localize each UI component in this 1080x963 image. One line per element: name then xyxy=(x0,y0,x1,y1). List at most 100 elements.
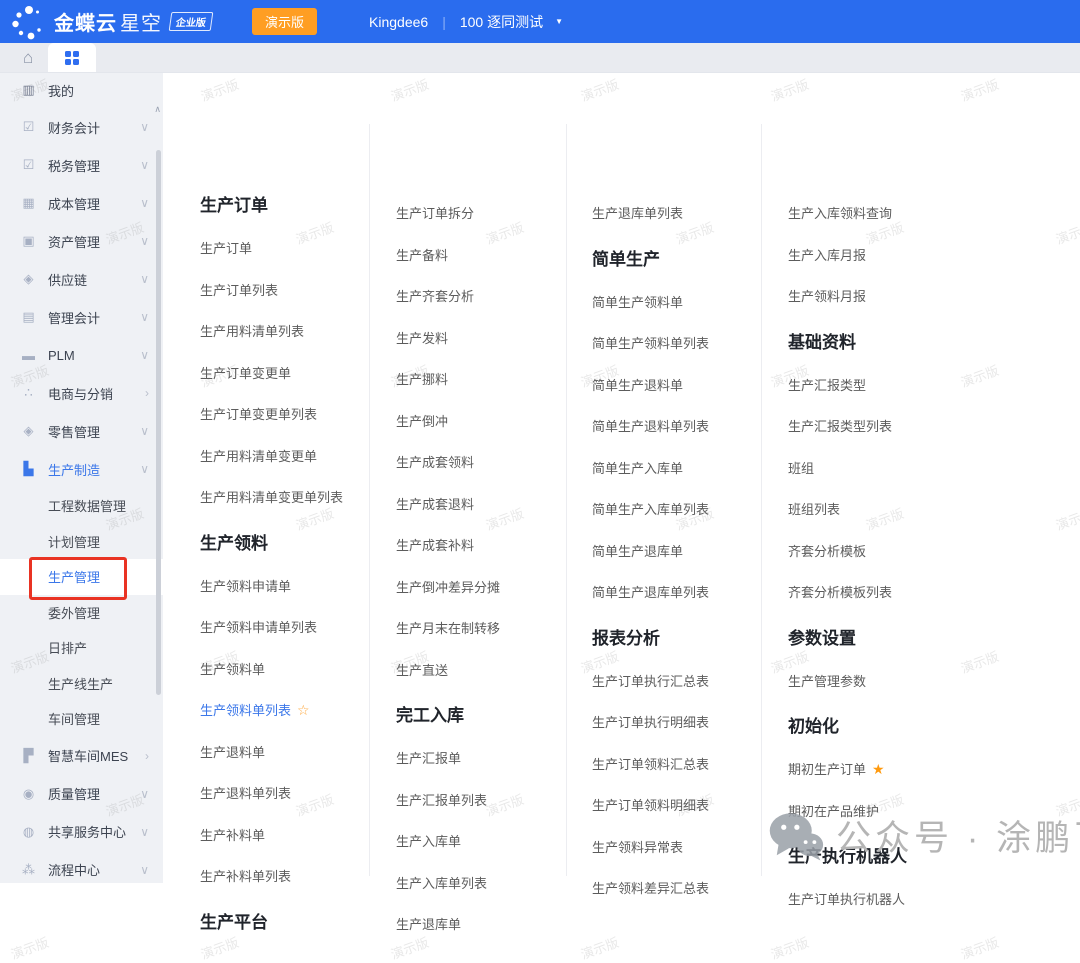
menu-link[interactable]: 生产入库单列表 xyxy=(396,862,581,904)
sidebar-item-shared-service-center[interactable]: ◍共享服务中心∨ xyxy=(0,813,163,851)
menu-link[interactable]: 生产汇报类型列表 xyxy=(788,405,973,447)
production-manufacturing-icon: ▙ xyxy=(21,461,36,477)
menu-link[interactable]: 简单生产退料单 xyxy=(592,364,777,406)
menu-link[interactable]: 简单生产入库单列表 xyxy=(592,488,777,530)
sidebar-item-workshop-management[interactable]: 车间管理 xyxy=(0,701,163,737)
sidebar-item-supply-chain[interactable]: ◈供应链∨ xyxy=(0,260,163,298)
menu-link[interactable]: 生产订单列表 xyxy=(200,269,385,311)
watermark-text: 演示版 xyxy=(768,932,811,963)
menu-link[interactable]: 生产挪料 xyxy=(396,358,581,400)
sidebar-item-production-manufacturing[interactable]: ▙生产制造∨ xyxy=(0,450,163,488)
menu-link[interactable]: 生产入库领料查询 xyxy=(788,192,973,234)
menu-link[interactable]: 简单生产退库单 xyxy=(592,530,777,572)
menu-link[interactable]: 生产倒冲 xyxy=(396,400,581,442)
menu-link[interactable]: 班组 xyxy=(788,447,973,489)
menu-link[interactable]: 生产发料 xyxy=(396,317,581,359)
menu-link[interactable]: 生产订单拆分 xyxy=(396,192,581,234)
menu-link[interactable]: 生产备料 xyxy=(396,234,581,276)
datacenter-name[interactable]: 100 逐同测试 xyxy=(460,12,543,32)
menu-link[interactable]: 生产退料单列表 xyxy=(200,772,385,814)
menu-link[interactable]: 生产领料单 xyxy=(200,648,385,690)
menu-link[interactable]: 生产订单变更单列表 xyxy=(200,393,385,435)
sidebar-item-smart-workshop-mes[interactable]: ▛智慧车间MES› xyxy=(0,737,163,775)
menu-link[interactable]: 生产用料清单列表 xyxy=(200,310,385,352)
sidebar-item-retail-management[interactable]: ◈零售管理∨ xyxy=(0,412,163,450)
tab-app-menu[interactable] xyxy=(48,43,96,72)
sidebar-item-asset-management[interactable]: ▣资产管理∨ xyxy=(0,222,163,260)
favorite-star-outline-icon[interactable]: ☆ xyxy=(297,703,310,717)
menu-link[interactable]: 生产退料单 xyxy=(200,731,385,773)
sidebar-item-engineering-data[interactable]: 工程数据管理 xyxy=(0,488,163,524)
menu-link[interactable]: 生产齐套分析 xyxy=(396,275,581,317)
menu-link[interactable]: 生产退库单 xyxy=(396,903,581,945)
link-label: 生产领料申请单列表 xyxy=(200,617,317,636)
menu-link[interactable]: 简单生产领料单 xyxy=(592,281,777,323)
link-label: 生产入库单列表 xyxy=(396,873,487,892)
menu-link[interactable]: 生产领料申请单 xyxy=(200,565,385,607)
menu-link[interactable]: 生产退库单列表 xyxy=(592,192,777,234)
account-name[interactable]: Kingdee6 xyxy=(369,14,428,30)
menu-link[interactable]: 期初在产品维护 xyxy=(788,790,973,832)
home-icon[interactable]: ⌂ xyxy=(23,49,33,66)
menu-link[interactable]: 简单生产领料单列表 xyxy=(592,322,777,364)
menu-link[interactable]: 生产用料清单变更单 xyxy=(200,435,385,477)
chevron-down-icon[interactable]: ▼ xyxy=(555,17,563,26)
sidebar-item-production-line[interactable]: 生产线生产 xyxy=(0,666,163,702)
scrollbar-up-icon[interactable]: ∧ xyxy=(154,104,161,115)
chevron-down-icon: ∨ xyxy=(140,462,149,476)
sidebar-item-outsourcing-management[interactable]: 委外管理 xyxy=(0,595,163,631)
menu-link[interactable]: 生产订单执行明细表 xyxy=(592,701,777,743)
sidebar-item-daily-scheduling[interactable]: 日排产 xyxy=(0,630,163,666)
menu-link[interactable]: 齐套分析模板 xyxy=(788,530,973,572)
link-label: 生产管理参数 xyxy=(788,671,866,690)
sidebar-item-production-management[interactable]: 生产管理 xyxy=(0,559,163,595)
menu-link[interactable]: 生产补料单 xyxy=(200,814,385,856)
sidebar-item-plm[interactable]: ▬PLM∨ xyxy=(0,336,163,374)
menu-link[interactable]: 生产管理参数 xyxy=(788,660,973,702)
menu-link[interactable]: 简单生产入库单 xyxy=(592,447,777,489)
menu-link[interactable]: 简单生产退料单列表 xyxy=(592,405,777,447)
menu-link[interactable]: 生产入库月报 xyxy=(788,234,973,276)
brand: 金蝶云 星空 xyxy=(54,7,162,36)
sidebar-item-quality-management[interactable]: ◉质量管理∨ xyxy=(0,775,163,813)
favorite-star-filled-icon[interactable]: ★ xyxy=(872,762,885,776)
sidebar-item-planning-management[interactable]: 计划管理 xyxy=(0,524,163,560)
menu-link[interactable]: 生产订单变更单 xyxy=(200,352,385,394)
menu-link[interactable]: 生产倒冲差异分摊 xyxy=(396,566,581,608)
sidebar-item-tax-management[interactable]: ☑税务管理∨ xyxy=(0,146,163,184)
menu-link[interactable]: 生产订单执行机器人 xyxy=(788,878,973,920)
menu-link[interactable]: 生产成套退料 xyxy=(396,483,581,525)
menu-link[interactable]: 生产补料单列表 xyxy=(200,855,385,897)
sidebar-item-cost-management[interactable]: ▦成本管理∨ xyxy=(0,184,163,222)
menu-link[interactable]: 生产用料清单变更单列表 xyxy=(200,476,385,518)
sidebar-item-my[interactable]: ▥我的 xyxy=(0,72,163,108)
menu-link[interactable]: 生产订单执行汇总表 xyxy=(592,660,777,702)
menu-link[interactable]: 班组列表 xyxy=(788,488,973,530)
menu-link[interactable]: 生产汇报单列表 xyxy=(396,779,581,821)
menu-link[interactable]: 齐套分析模板列表 xyxy=(788,571,973,613)
sidebar-item-management-accounting[interactable]: ▤管理会计∨ xyxy=(0,298,163,336)
menu-link[interactable]: 生产订单领料明细表 xyxy=(592,784,777,826)
menu-link[interactable]: 生产领料申请单列表 xyxy=(200,606,385,648)
menu-link[interactable]: 生产订单 xyxy=(200,227,385,269)
menu-link[interactable]: 生产领料异常表 xyxy=(592,826,777,868)
section-title: 生产执行机器人 xyxy=(788,842,907,867)
menu-link[interactable]: 生产成套补料 xyxy=(396,524,581,566)
link-label: 生产挪料 xyxy=(396,369,448,388)
section-title: 基础资料 xyxy=(788,328,856,353)
sidebar-item-finance-accounting[interactable]: ☑财务会计∨ xyxy=(0,108,163,146)
menu-link[interactable]: 生产入库单 xyxy=(396,820,581,862)
menu-link[interactable]: 生产直送 xyxy=(396,649,581,691)
menu-link[interactable]: 生产月末在制转移 xyxy=(396,607,581,649)
menu-link[interactable]: 生产成套领料 xyxy=(396,441,581,483)
menu-link[interactable]: 期初生产订单★ xyxy=(788,748,973,790)
menu-link[interactable]: 简单生产退库单列表 xyxy=(592,571,777,613)
menu-link[interactable]: 生产领料单列表☆ xyxy=(200,689,385,731)
menu-link[interactable]: 生产汇报类型 xyxy=(788,364,973,406)
sidebar-scrollbar[interactable] xyxy=(156,150,161,695)
sidebar-item-ecommerce-distribution[interactable]: ∴电商与分销› xyxy=(0,374,163,412)
menu-link[interactable]: 生产订单领料汇总表 xyxy=(592,743,777,785)
menu-link[interactable]: 生产汇报单 xyxy=(396,737,581,779)
menu-link[interactable]: 生产领料差异汇总表 xyxy=(592,867,777,909)
menu-link[interactable]: 生产领料月报 xyxy=(788,275,973,317)
